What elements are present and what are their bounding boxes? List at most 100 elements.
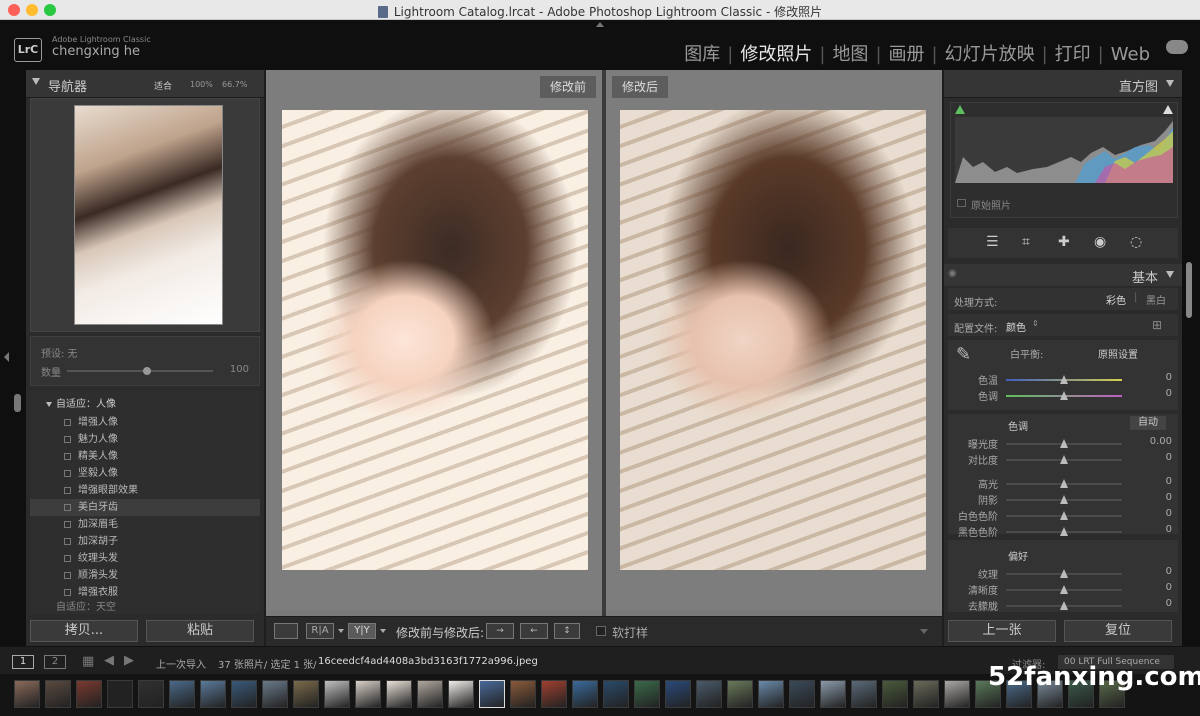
filmstrip-thumbnail[interactable] (882, 680, 908, 708)
navigator-preview-image[interactable] (74, 105, 223, 325)
filmstrip-thumbnail[interactable] (758, 680, 784, 708)
module-print[interactable]: 打印 (1055, 40, 1091, 66)
auto-tone-button[interactable]: 自动 (1130, 416, 1166, 430)
preset-item[interactable]: 增强衣服 (30, 584, 260, 601)
filmstrip-thumbnail[interactable] (417, 680, 443, 708)
filmstrip-thumbnail[interactable] (448, 680, 474, 708)
clarity-value[interactable]: 0 (1166, 582, 1172, 593)
after-photo[interactable] (620, 110, 926, 570)
dehaze-slider-knob[interactable] (1060, 601, 1068, 610)
contrast-slider[interactable] (1006, 455, 1122, 464)
filename[interactable]: 16ceedcf4ad4408a3bd3163f1772a996.jpeg (318, 656, 538, 667)
filmstrip-thumbnail[interactable] (789, 680, 815, 708)
preset-item[interactable]: 增强眼部效果 (30, 482, 260, 499)
before-photo[interactable] (282, 110, 588, 570)
basic-header[interactable]: ◉ 基本 (944, 264, 1182, 286)
preset-group[interactable]: 自适应：人像 (30, 396, 260, 414)
highlights-slider[interactable] (1006, 479, 1122, 488)
module-slideshow[interactable]: 幻灯片放映 (945, 40, 1035, 66)
filmstrip-thumbnail[interactable] (262, 680, 288, 708)
copy-after-to-before-button[interactable]: ← (520, 623, 548, 639)
temp-value[interactable]: 0 (1166, 372, 1172, 383)
filmstrip-thumbnail[interactable] (727, 680, 753, 708)
original-photo-checkbox[interactable] (957, 199, 966, 207)
temp-slider-knob[interactable] (1060, 375, 1068, 384)
histogram-header[interactable]: 直方图 (944, 70, 1182, 98)
crop-icon[interactable]: ⌗ (1022, 234, 1030, 250)
preset-item[interactable]: 加深胡子 (30, 533, 260, 550)
filmstrip-thumbnail[interactable] (386, 680, 412, 708)
healing-icon[interactable]: ✚ (1058, 234, 1070, 250)
texture-value[interactable]: 0 (1166, 566, 1172, 577)
preset-item[interactable]: 顺滑头发 (30, 567, 260, 584)
module-library[interactable]: 图库 (684, 40, 720, 66)
whites-value[interactable]: 0 (1166, 508, 1172, 519)
zoom-fit[interactable]: 适合 (154, 79, 172, 92)
paste-button[interactable]: 粘贴 (146, 620, 254, 642)
right-scrollbar[interactable] (1186, 262, 1192, 318)
main-window-button[interactable]: 1 (12, 655, 34, 669)
whites-slider[interactable] (1006, 511, 1122, 520)
preset-item[interactable]: 坚毅人像 (30, 465, 260, 482)
filmstrip-thumbnail[interactable] (665, 680, 691, 708)
clarity-slider[interactable] (1006, 585, 1122, 594)
highlights-slider-knob[interactable] (1060, 479, 1068, 488)
shadows-slider[interactable] (1006, 495, 1122, 504)
soft-proof-checkbox[interactable] (596, 626, 606, 636)
preset-item[interactable]: 美白牙齿 (30, 499, 260, 516)
texture-slider[interactable] (1006, 569, 1122, 578)
filmstrip-thumbnail[interactable] (479, 680, 505, 708)
before-after-yy-button[interactable]: Y|Y (348, 623, 376, 639)
ra-dropdown-icon[interactable] (338, 629, 344, 633)
filmstrip-thumbnail[interactable] (696, 680, 722, 708)
grid-view-icon[interactable]: ▦ (82, 654, 94, 669)
filmstrip-thumbnail[interactable] (169, 680, 195, 708)
filmstrip-thumbnail[interactable] (510, 680, 536, 708)
before-after-lr-button[interactable]: R|A (306, 623, 334, 639)
filmstrip-thumbnail[interactable] (944, 680, 970, 708)
clarity-slider-knob[interactable] (1060, 585, 1068, 594)
source-label[interactable]: 上一次导入 (156, 656, 206, 671)
module-develop[interactable]: 修改照片 (740, 40, 812, 66)
filmstrip-thumbnail[interactable] (14, 680, 40, 708)
red-eye-icon[interactable]: ◉ (1094, 234, 1106, 250)
second-window-button[interactable]: 2 (44, 655, 66, 669)
filmstrip-thumbnail[interactable] (572, 680, 598, 708)
filmstrip-thumbnail[interactable] (200, 680, 226, 708)
filmstrip-thumbnail[interactable] (820, 680, 846, 708)
zoom-66[interactable]: 66.7% (222, 80, 247, 89)
dehaze-value[interactable]: 0 (1166, 598, 1172, 609)
highlights-value[interactable]: 0 (1166, 476, 1172, 487)
preset-item[interactable]: 增强人像 (30, 414, 260, 431)
exposure-slider-knob[interactable] (1060, 439, 1068, 448)
exposure-value[interactable]: 0.00 (1150, 436, 1172, 447)
panel-eye-icon[interactable]: ◉ (948, 268, 957, 279)
blacks-slider-knob[interactable] (1060, 527, 1068, 536)
filmstrip-thumbnail[interactable] (324, 680, 350, 708)
tint-slider-knob[interactable] (1060, 391, 1068, 400)
filmstrip-thumbnail[interactable] (603, 680, 629, 708)
cloud-icon[interactable] (1166, 40, 1188, 54)
tint-value[interactable]: 0 (1166, 388, 1172, 399)
contrast-slider-knob[interactable] (1060, 455, 1068, 464)
toolbar-menu-icon[interactable] (920, 629, 928, 634)
collapse-triangle-icon[interactable] (1166, 271, 1174, 278)
masking-icon[interactable]: ◌ (1130, 234, 1142, 250)
collapse-triangle-icon[interactable] (1166, 80, 1174, 87)
filmstrip-thumbnail[interactable] (138, 680, 164, 708)
filmstrip-thumbnail[interactable] (355, 680, 381, 708)
amount-slider-knob[interactable] (143, 367, 152, 375)
wb-value[interactable]: 原照设置 (1098, 346, 1138, 361)
module-book[interactable]: 画册 (889, 40, 925, 66)
blacks-slider[interactable] (1006, 527, 1122, 536)
collapse-triangle-icon[interactable] (32, 78, 40, 85)
shadow-clipping-icon[interactable] (955, 105, 965, 114)
preset-item[interactable]: 纹理头发 (30, 550, 260, 567)
preset-item[interactable]: 精美人像 (30, 448, 260, 465)
filmstrip-thumbnail[interactable] (634, 680, 660, 708)
filmstrip-thumbnail[interactable] (851, 680, 877, 708)
contrast-value[interactable]: 0 (1166, 452, 1172, 463)
forward-arrow-icon[interactable]: ▶ (124, 653, 134, 668)
filmstrip-thumbnail[interactable] (293, 680, 319, 708)
whites-slider-knob[interactable] (1060, 511, 1068, 520)
